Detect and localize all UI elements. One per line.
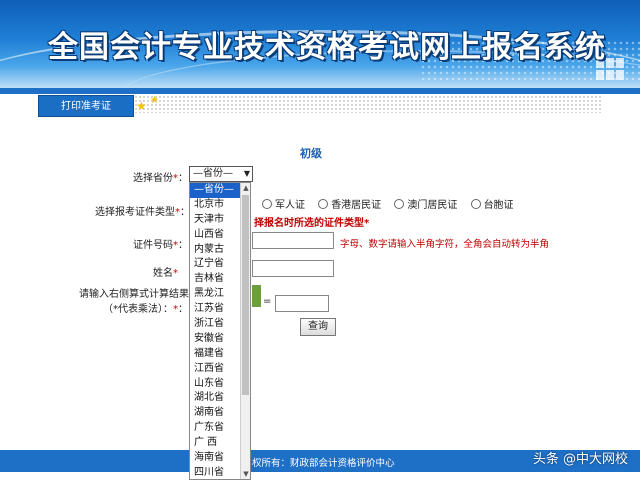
footer-copyright: 权所有：财政部会计资格评价中心: [252, 458, 395, 469]
id-number-hint: 字母、数字请输入半角字符，全角会自动转为半角: [340, 239, 550, 250]
id-type-radio-group: 军人证 香港居民证 澳门居民证 台胞证: [262, 196, 524, 211]
header-stripe: [0, 88, 640, 94]
captcha-label-line2: （*代表乘法）：*：: [103, 304, 188, 315]
province-option[interactable]: 福建省: [190, 347, 241, 362]
star-icon: ★: [150, 95, 159, 106]
captcha-image: [252, 285, 261, 307]
radio-circle-icon: [262, 199, 272, 209]
province-option[interactable]: —省份—: [190, 183, 241, 198]
id-number-label: 证件号码*：: [133, 240, 188, 251]
scroll-up-arrow-icon[interactable]: ▲: [241, 183, 250, 193]
province-option[interactable]: 天津市: [190, 213, 241, 228]
province-label: 选择省份*：: [133, 173, 188, 184]
province-option[interactable]: 海南省: [190, 451, 241, 466]
name-input[interactable]: [252, 260, 334, 277]
province-option[interactable]: 安徽省: [190, 332, 241, 347]
province-option[interactable]: 四川省: [190, 466, 241, 479]
province-option[interactable]: 广东省: [190, 421, 241, 436]
star-icon: ★: [136, 99, 147, 113]
province-option[interactable]: 辽宁省: [190, 257, 241, 272]
province-option[interactable]: 广 西: [190, 436, 241, 451]
radio-military-id[interactable]: 军人证: [262, 196, 305, 211]
radio-circle-icon: [318, 199, 329, 209]
dropdown-scrollbar[interactable]: ▲ ▼: [240, 183, 250, 479]
radio-circle-icon: [394, 199, 405, 209]
name-label: 姓名*: [153, 268, 178, 279]
captcha-answer-input[interactable]: [275, 295, 329, 312]
header-banner: 全国会计专业技术资格考试网上报名系统: [0, 0, 640, 88]
exam-level-heading: 初级: [300, 147, 322, 160]
chevron-down-icon: ▼: [243, 169, 250, 178]
radio-taiwan-id[interactable]: 台胞证: [470, 196, 514, 211]
watermark: 头条 @中大网校: [532, 452, 628, 467]
equals-sign: =: [263, 296, 272, 307]
query-button[interactable]: 查询: [300, 318, 336, 336]
province-dropdown-list: —省份— 北京市 天津市 山西省 内蒙古 辽宁省 吉林省 黑龙江 江苏省 浙江省 安徽省 福建省 江西省…: [189, 182, 251, 480]
radio-macau-id[interactable]: 澳门居民证: [394, 196, 457, 211]
tab-print-ticket[interactable]: 打印准考证: [38, 95, 134, 117]
page-title: 全国会计专业技术资格考试网上报名系统: [48, 30, 606, 65]
province-option[interactable]: 江苏省: [190, 302, 241, 317]
province-option[interactable]: 黑龙江: [190, 287, 241, 302]
radio-hongkong-id[interactable]: 香港居民证: [318, 196, 381, 211]
province-option[interactable]: 湖北省: [190, 391, 241, 406]
id-type-label: 选择报考证件类型*：: [95, 207, 190, 218]
province-option[interactable]: 北京市: [190, 198, 241, 213]
id-type-note: 择报名时所选的证件类型*: [254, 218, 370, 229]
province-options: —省份— 北京市 天津市 山西省 内蒙古 辽宁省 吉林省 黑龙江 江苏省 浙江省 安徽省 福建省 江西省…: [190, 183, 241, 479]
province-option[interactable]: 内蒙古: [190, 243, 241, 258]
province-option[interactable]: 山西省: [190, 228, 241, 243]
scroll-thumb[interactable]: [242, 195, 249, 395]
radio-circle-icon: [470, 199, 481, 209]
province-option[interactable]: 浙江省: [190, 317, 241, 332]
province-option[interactable]: 湖南省: [190, 406, 241, 421]
province-select[interactable]: —省份— ▼: [189, 166, 253, 182]
captcha-label-line1: 请输入右侧算式计算结果: [79, 289, 189, 300]
province-option[interactable]: 江西省: [190, 362, 241, 377]
province-option[interactable]: 山东省: [190, 377, 241, 392]
id-number-input[interactable]: [252, 232, 334, 249]
province-option[interactable]: 吉林省: [190, 272, 241, 287]
scroll-down-arrow-icon[interactable]: ▼: [241, 469, 250, 479]
